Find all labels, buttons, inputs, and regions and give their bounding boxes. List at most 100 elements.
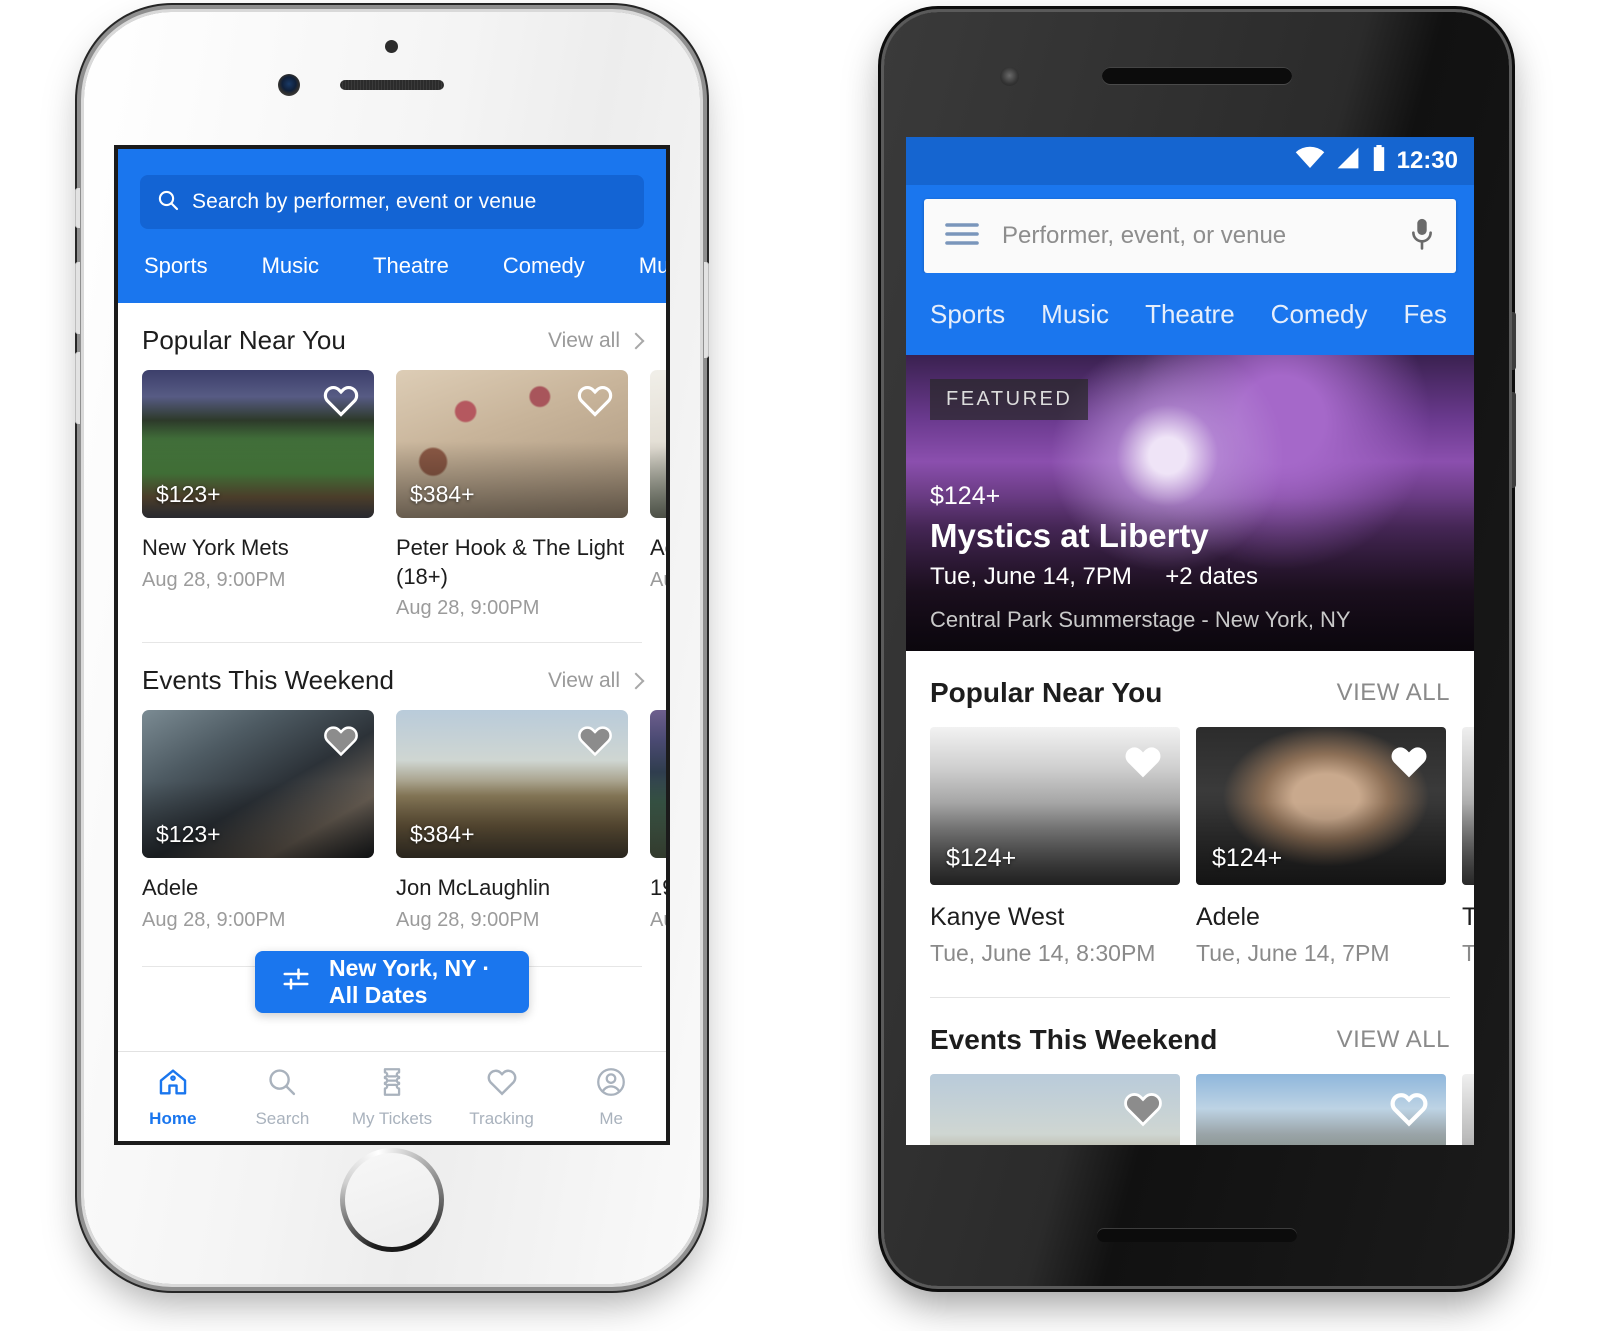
event-thumbnail[interactable]: $123+ bbox=[142, 370, 374, 518]
iphone-power-button[interactable] bbox=[704, 262, 709, 358]
android-tab-sports[interactable]: Sports bbox=[926, 299, 1023, 330]
event-thumbnail[interactable]: $384+ bbox=[396, 710, 628, 859]
favorite-heart-icon[interactable] bbox=[322, 722, 360, 760]
event-thumbnail[interactable] bbox=[1462, 1074, 1474, 1145]
ios-bottom-tab-bar[interactable]: Home Search My Tickets Tracking Me bbox=[118, 1051, 666, 1141]
event-thumbnail[interactable] bbox=[650, 370, 666, 518]
ios-tab-comedy[interactable]: Comedy bbox=[476, 253, 612, 279]
event-thumbnail[interactable] bbox=[650, 710, 666, 859]
iphone-volume-down-button[interactable] bbox=[75, 352, 80, 424]
favorite-heart-icon[interactable] bbox=[576, 722, 614, 760]
featured-title: Mystics at Liberty bbox=[930, 517, 1209, 554]
section-title: Events This Weekend bbox=[930, 1024, 1218, 1055]
featured-extra-dates: +2 dates bbox=[1165, 563, 1258, 590]
filter-sliders-icon bbox=[281, 964, 311, 1000]
location-date-filter-chip[interactable]: New York, NY · All Dates bbox=[255, 951, 529, 1013]
android-tab-music[interactable]: Music bbox=[1023, 299, 1127, 330]
favorite-heart-icon[interactable] bbox=[1388, 741, 1430, 783]
event-title: Jon McLaughlin bbox=[396, 875, 551, 901]
ios-search-bar[interactable]: Search by performer, event or venue bbox=[140, 175, 644, 229]
android-tab-theatre[interactable]: Theatre bbox=[1127, 299, 1253, 330]
ios-content: Popular Near You View all $123+ New York… bbox=[118, 303, 666, 967]
android-power-button[interactable] bbox=[1512, 312, 1516, 370]
android-volume-button[interactable] bbox=[1512, 392, 1516, 488]
android-device: 12:30 Performer, event, or venue Sports … bbox=[884, 12, 1516, 1286]
featured-event-banner[interactable]: FEATURED $124+ Mystics at Liberty Tue, J… bbox=[906, 355, 1474, 651]
event-thumbnail[interactable] bbox=[930, 1074, 1180, 1145]
search-icon bbox=[265, 1065, 299, 1104]
favorite-heart-icon[interactable] bbox=[1388, 1088, 1430, 1130]
iphone-volume-up-button[interactable] bbox=[75, 262, 80, 334]
chevron-right-icon bbox=[627, 672, 645, 690]
event-card[interactable]: $124+ Adele Tue, June 14, 7PM bbox=[1196, 727, 1446, 967]
event-thumbnail[interactable]: $384+ bbox=[396, 370, 628, 518]
tab-label: Me bbox=[599, 1108, 623, 1128]
ios-tab-music[interactable]: Music bbox=[235, 253, 346, 279]
android-tab-festivals[interactable]: Fes bbox=[1386, 299, 1465, 330]
event-card[interactable]: $384+ Jon McLaughlin Aug 28, 9:00PM bbox=[396, 710, 628, 932]
favorite-heart-icon[interactable] bbox=[1122, 741, 1164, 783]
ios-tab-theatre[interactable]: Theatre bbox=[346, 253, 476, 279]
event-card[interactable]: Ace Aug 2 bbox=[650, 370, 666, 620]
event-thumbnail[interactable] bbox=[1196, 1074, 1446, 1145]
thumbnail-scrim bbox=[1462, 727, 1474, 885]
event-title: Ace bbox=[650, 535, 666, 560]
view-all-button-popular[interactable]: View all bbox=[548, 329, 645, 353]
iphone-proximity-sensor bbox=[385, 40, 398, 53]
android-card-row-popular[interactable]: $124+ Kanye West Tue, June 14, 8:30PM $1… bbox=[906, 727, 1474, 967]
iphone-device: Search by performer, event or venue Spor… bbox=[75, 12, 709, 1284]
event-card[interactable]: $123+ New York Mets Aug 28, 9:00PM bbox=[142, 370, 374, 620]
favorite-heart-icon[interactable] bbox=[322, 382, 360, 420]
tab-tracking[interactable]: Tracking bbox=[447, 1052, 557, 1141]
tab-me[interactable]: Me bbox=[556, 1052, 666, 1141]
view-all-button-weekend[interactable]: VIEW ALL bbox=[1337, 1026, 1450, 1054]
hamburger-menu-icon[interactable] bbox=[944, 219, 980, 254]
view-all-button-popular[interactable]: VIEW ALL bbox=[1337, 679, 1450, 707]
event-card[interactable] bbox=[1196, 1074, 1446, 1145]
ios-tab-sports[interactable]: Sports bbox=[140, 253, 235, 279]
ticket-icon bbox=[375, 1065, 409, 1104]
tab-home[interactable]: Home bbox=[118, 1052, 228, 1141]
event-date: Aug 28, 9:00PM bbox=[396, 908, 540, 931]
iphone-mute-switch[interactable] bbox=[75, 188, 80, 228]
event-card[interactable]: $384+ Peter Hook & The Light (18+) Aug 2… bbox=[396, 370, 628, 620]
iphone-home-button[interactable] bbox=[340, 1148, 444, 1252]
event-thumbnail[interactable] bbox=[1462, 727, 1474, 885]
tab-search[interactable]: Search bbox=[228, 1052, 338, 1141]
view-all-button-weekend[interactable]: View all bbox=[548, 669, 645, 693]
heart-icon bbox=[485, 1065, 519, 1104]
event-thumbnail[interactable]: $123+ bbox=[142, 710, 374, 859]
microphone-icon[interactable] bbox=[1408, 217, 1436, 256]
search-icon bbox=[156, 188, 180, 217]
favorite-heart-icon[interactable] bbox=[1122, 1088, 1164, 1130]
event-card[interactable]: $123+ Adele Aug 28, 9:00PM bbox=[142, 710, 374, 932]
event-date: Aug 2 bbox=[650, 908, 666, 931]
battery-icon bbox=[1371, 144, 1387, 178]
ios-tab-music-festivals[interactable]: Musi bbox=[612, 253, 666, 279]
tab-my-tickets[interactable]: My Tickets bbox=[337, 1052, 447, 1141]
ios-card-row-weekend[interactable]: $123+ Adele Aug 28, 9:00PM $384+ Jon McL… bbox=[118, 710, 666, 932]
event-date: Aug 2 bbox=[650, 568, 666, 591]
event-thumbnail[interactable]: $124+ bbox=[930, 727, 1180, 885]
android-section-header-popular: Popular Near You VIEW ALL bbox=[906, 651, 1474, 727]
favorite-heart-icon[interactable] bbox=[576, 382, 614, 420]
event-card[interactable] bbox=[1462, 1074, 1474, 1145]
android-screen: 12:30 Performer, event, or venue Sports … bbox=[906, 137, 1474, 1145]
home-icon bbox=[156, 1065, 190, 1104]
dual-phone-mockup: Search by performer, event or venue Spor… bbox=[0, 0, 1605, 1331]
android-tab-comedy[interactable]: Comedy bbox=[1253, 299, 1386, 330]
android-category-tabs[interactable]: Sports Music Theatre Comedy Fes bbox=[906, 273, 1474, 355]
event-card[interactable]: 1964 Aug 2 bbox=[650, 710, 666, 932]
section-title: Events This Weekend bbox=[142, 665, 394, 696]
event-card[interactable]: Te Tu bbox=[1462, 727, 1474, 967]
android-card-row-weekend[interactable] bbox=[906, 1074, 1474, 1145]
tab-label: Home bbox=[149, 1108, 197, 1128]
ios-category-tabs[interactable]: Sports Music Theatre Comedy Musi bbox=[118, 229, 666, 303]
event-thumbnail[interactable]: $124+ bbox=[1196, 727, 1446, 885]
ios-card-row-popular[interactable]: $123+ New York Mets Aug 28, 9:00PM $384+… bbox=[118, 370, 666, 620]
android-search-placeholder: Performer, event, or venue bbox=[1002, 222, 1287, 249]
event-card[interactable] bbox=[930, 1074, 1180, 1145]
android-search-bar[interactable]: Performer, event, or venue bbox=[924, 199, 1456, 273]
event-card[interactable]: $124+ Kanye West Tue, June 14, 8:30PM bbox=[930, 727, 1180, 967]
featured-date: Tue, June 14, 7PM bbox=[930, 563, 1132, 590]
